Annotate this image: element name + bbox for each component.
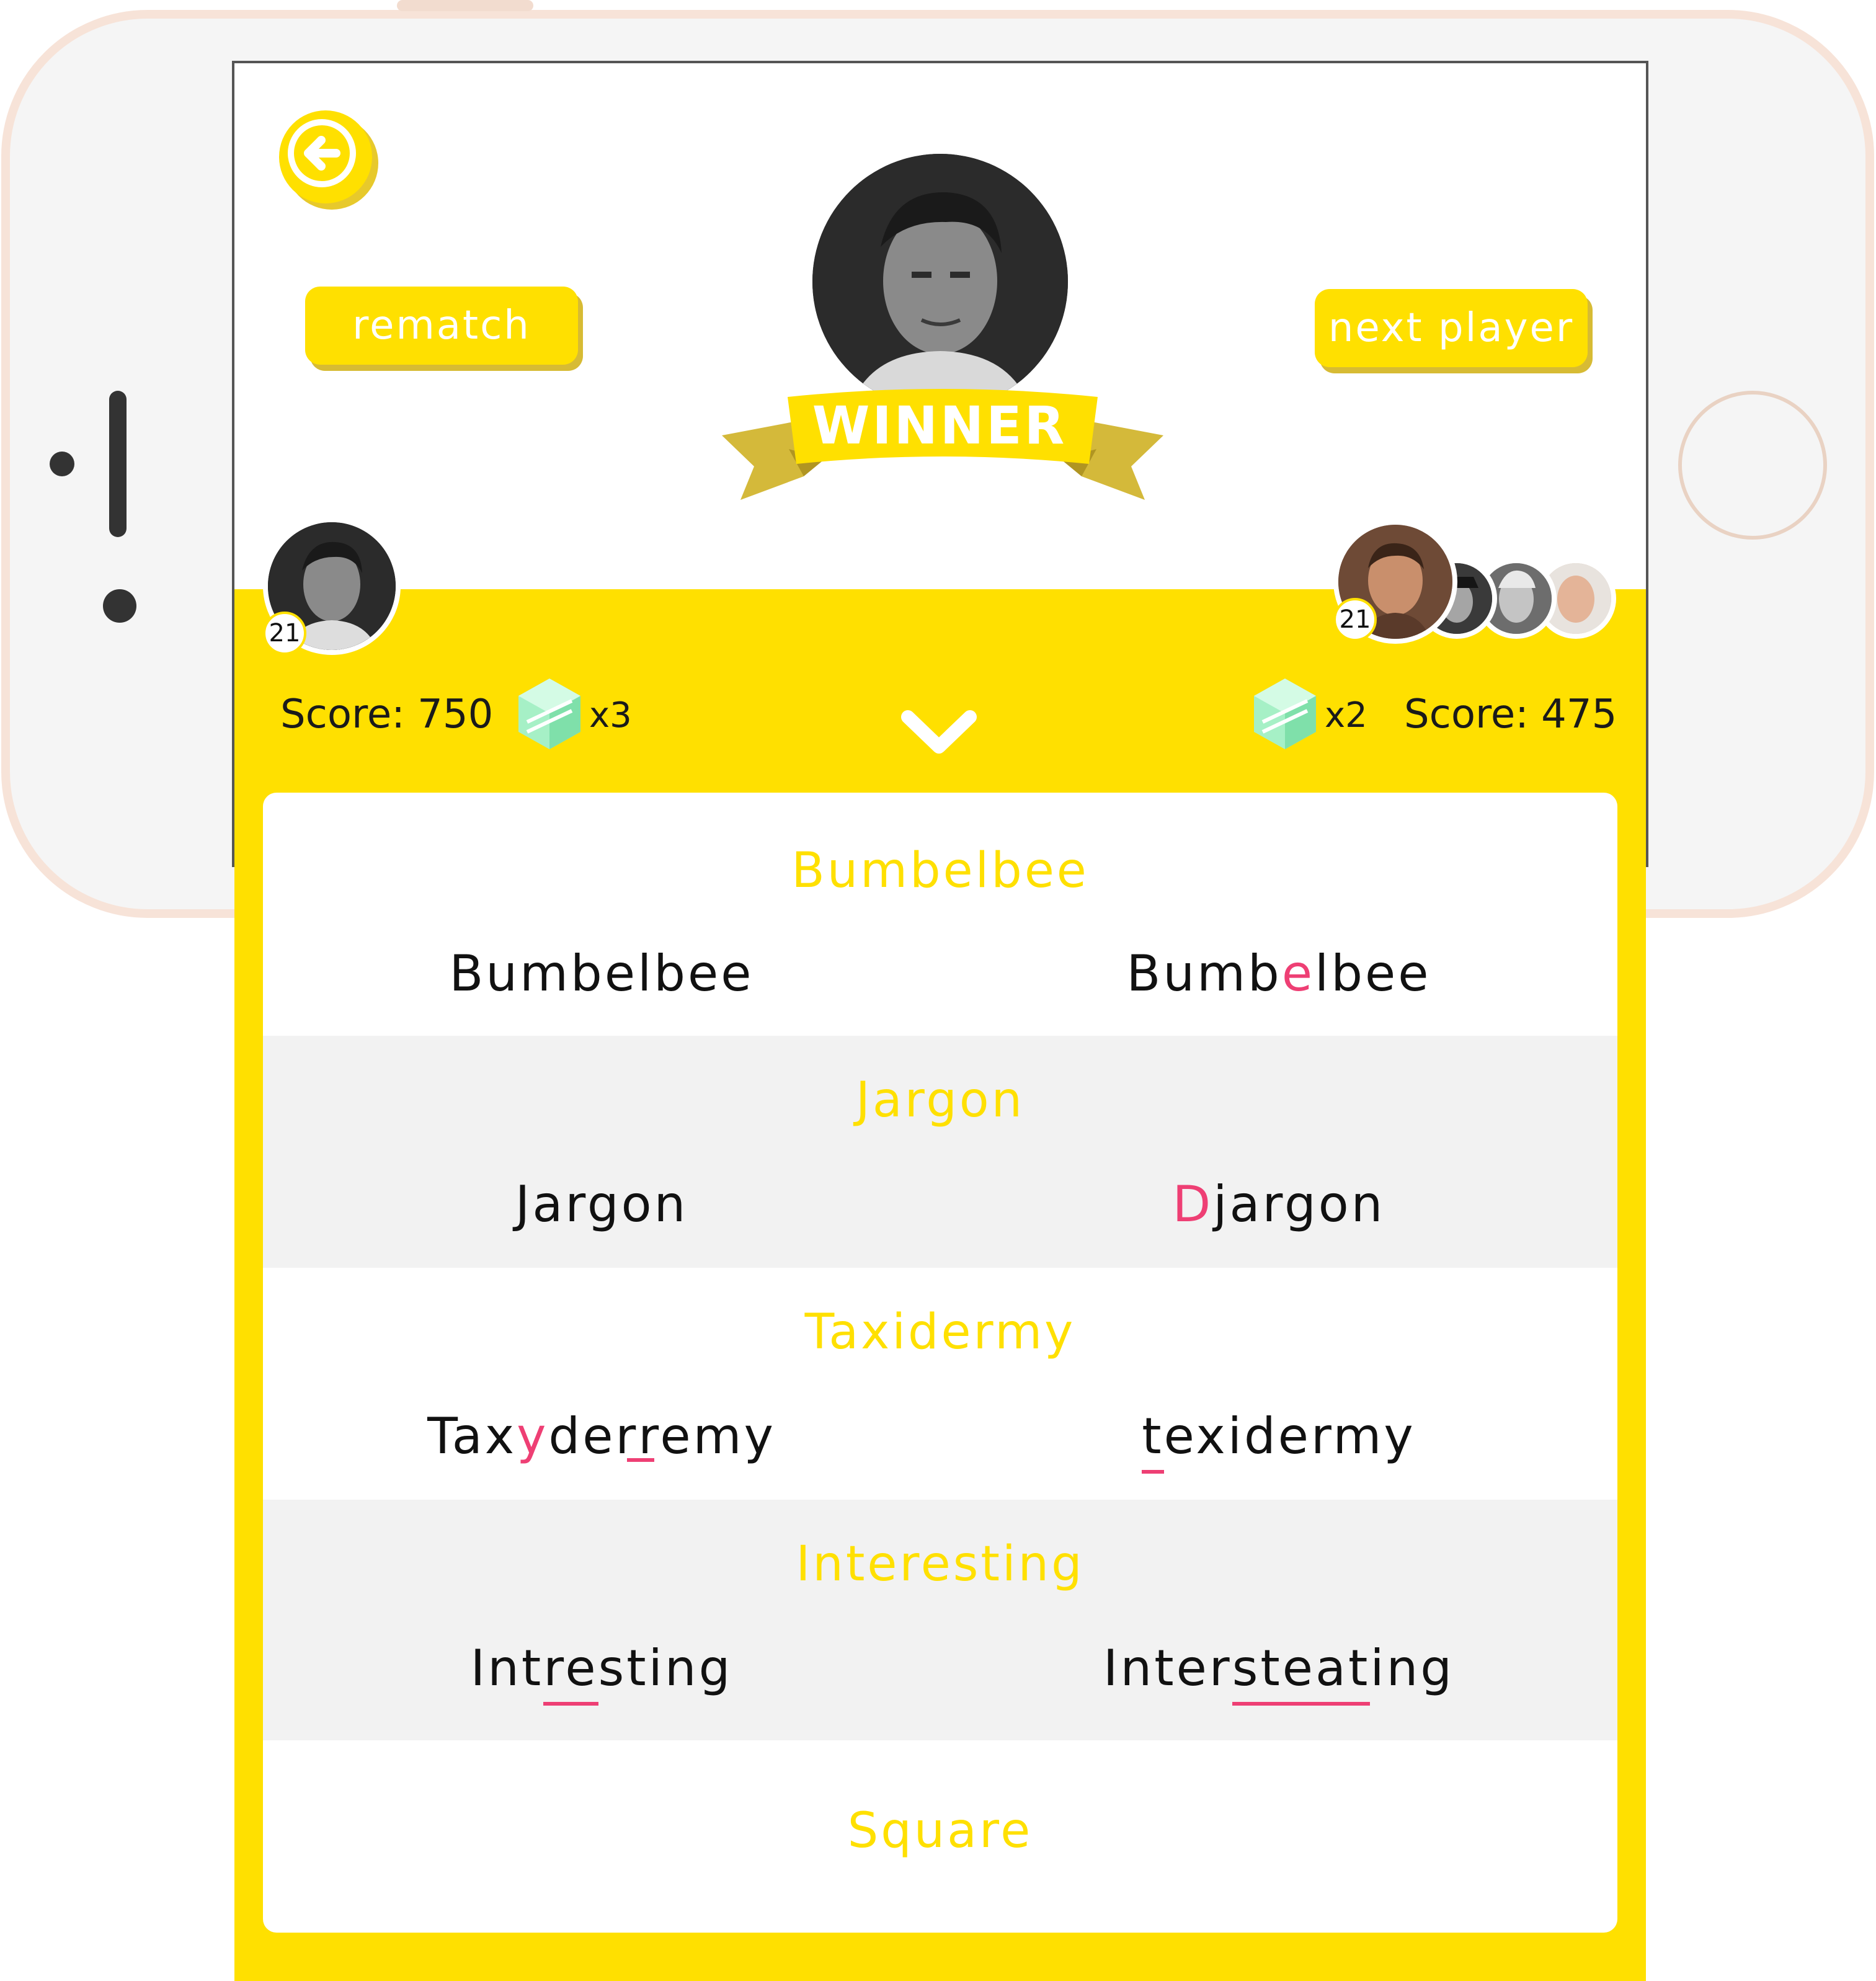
answer-part: Bumb <box>1126 945 1282 1002</box>
arrow-left-icon <box>304 136 340 171</box>
word-row: Jargon Jargon Djargon <box>263 1036 1617 1268</box>
winner-label: WINNER <box>812 395 1067 456</box>
answer-part: remy <box>638 1407 776 1465</box>
winner-portrait-image <box>812 154 1068 409</box>
player1-gem-count: x3 <box>589 695 632 736</box>
player1-answer: Jargon <box>515 1175 688 1233</box>
answer-part: exidermy <box>1163 1407 1416 1465</box>
home-button[interactable] <box>1678 391 1827 540</box>
player2-level-badge: 21 <box>1333 598 1377 641</box>
answer-part: Int <box>470 1639 544 1697</box>
target-word: Jargon <box>855 1072 1025 1128</box>
phone-camera-dot <box>50 452 74 476</box>
player2-answer: Intersteating <box>940 1637 1617 1699</box>
wrong-letters: steat <box>1232 1639 1371 1697</box>
player1-level-badge: 21 <box>263 612 306 655</box>
back-button[interactable] <box>279 110 372 203</box>
answer-part: jargon <box>1213 1175 1385 1233</box>
rematch-button[interactable]: rematch <box>305 287 578 365</box>
answer-part: Inter <box>1103 1639 1232 1697</box>
next-player-button[interactable]: next player <box>1315 289 1588 367</box>
winner-avatar <box>812 154 1068 409</box>
error-letter: y <box>517 1407 549 1465</box>
player2-gem-count: x2 <box>1325 695 1367 736</box>
target-word: Interesting <box>796 1536 1085 1592</box>
player2-score: Score: 475 <box>1404 692 1617 737</box>
word-results-list[interactable]: Bumbelbee Bumbelbee Bumbelbee Jargon Jar… <box>263 793 1617 1933</box>
answer-part: der <box>548 1407 639 1465</box>
target-word: Bumbelbee <box>791 843 1089 899</box>
player1-score: Score: 750 <box>280 692 494 737</box>
word-row: Square <box>263 1740 1617 1933</box>
player2-answer: Bumbelbee <box>940 943 1617 1005</box>
gem-icon <box>1254 679 1316 749</box>
missing-letter-mark: re <box>543 1639 598 1697</box>
error-letter: e <box>1281 945 1315 1002</box>
phone-speaker-slot <box>109 391 127 537</box>
error-letter: D <box>1172 1175 1214 1233</box>
gem-icon <box>518 679 580 749</box>
chevron-down-icon[interactable] <box>900 708 977 758</box>
answer-part: Tax <box>427 1407 517 1465</box>
phone-sensor-dot <box>103 589 136 623</box>
word-row: Taxidermy Taxyderremy texidermy <box>263 1268 1617 1500</box>
word-row: Interesting Intresting Intersteating <box>263 1500 1617 1740</box>
player1-answer: Taxyderremy <box>263 1405 940 1467</box>
player1-answer: Intresting <box>263 1637 940 1699</box>
answer-part: ing <box>1370 1639 1455 1697</box>
word-row: Bumbelbee Bumbelbee Bumbelbee <box>263 793 1617 1036</box>
player1-answer: Bumbelbee <box>449 945 754 1002</box>
answer-part: sting <box>598 1639 733 1697</box>
target-word: Square <box>847 1803 1033 1859</box>
wrong-letter: t <box>1142 1407 1164 1465</box>
phone-top-button <box>397 0 533 11</box>
answer-part: lbee <box>1315 945 1431 1002</box>
player2-answer: texidermy <box>940 1405 1617 1467</box>
target-word: Taxidermy <box>804 1304 1076 1360</box>
player2-answer: Djargon <box>940 1173 1617 1235</box>
